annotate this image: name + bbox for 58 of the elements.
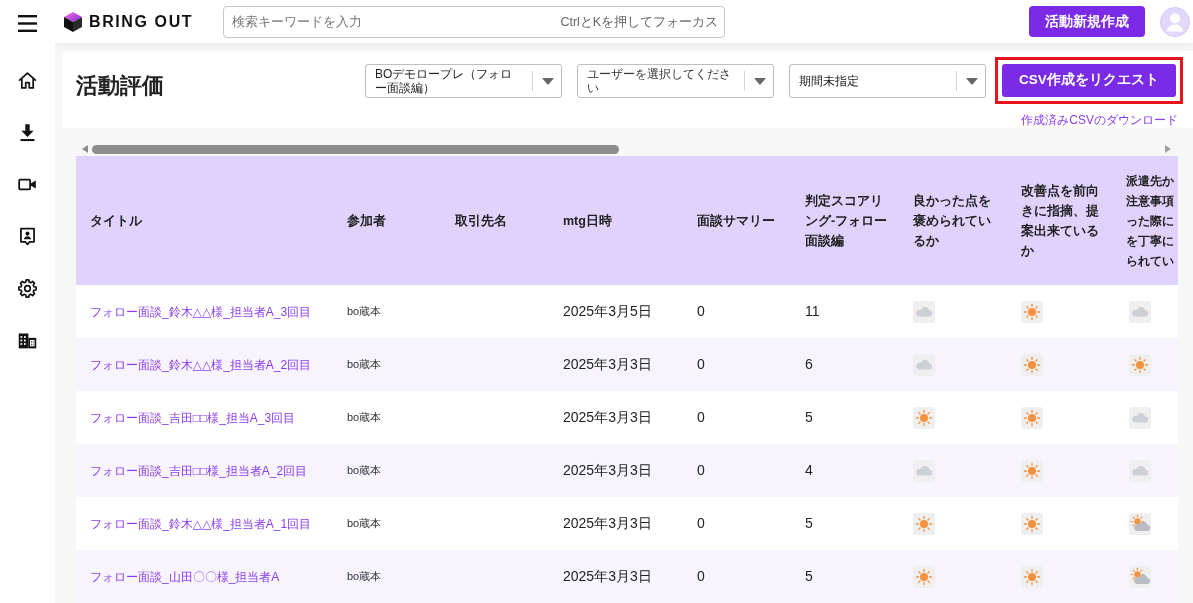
table-cell: 6 bbox=[791, 338, 899, 391]
table-cell: 0 bbox=[683, 285, 791, 338]
column-header: 良かった点を褒められているか bbox=[899, 156, 1007, 285]
table-cell: 2025年3月3日 bbox=[549, 550, 683, 603]
table-cell: 5 bbox=[791, 550, 899, 603]
caret-down-icon bbox=[542, 77, 554, 85]
table-cell: 11 bbox=[791, 285, 899, 338]
table-cell: 2025年3月3日 bbox=[549, 391, 683, 444]
table-cell: bo蔵本 bbox=[333, 391, 441, 444]
table-cell: 5 bbox=[791, 497, 899, 550]
table-cell: 0 bbox=[683, 497, 791, 550]
title-link[interactable]: フォロー面談_吉田□□様_担当A_3回目 bbox=[90, 410, 296, 425]
table-cell: 0 bbox=[683, 550, 791, 603]
table-cell: 2025年3月3日 bbox=[549, 497, 683, 550]
table-cell: 0 bbox=[683, 444, 791, 497]
home-icon[interactable] bbox=[17, 69, 38, 91]
table-cell: bo蔵本 bbox=[333, 285, 441, 338]
table-cell: 0 bbox=[683, 338, 791, 391]
brand-name: BRING OUT bbox=[89, 11, 194, 32]
csv-download-link[interactable]: 作成済みCSVのダウンロード bbox=[1021, 113, 1178, 128]
title-link[interactable]: フォロー面談_山田〇〇様_担当者A bbox=[90, 569, 280, 584]
filter-dropdown[interactable]: BOデモロープレ（フォロー面談編） bbox=[365, 64, 562, 98]
scroll-left-icon[interactable] bbox=[82, 145, 88, 153]
title-link[interactable]: フォロー面談_吉田□□様_担当者A_2回目 bbox=[90, 463, 308, 478]
column-header: 面談サマリー bbox=[683, 156, 791, 285]
filter-dropdown[interactable]: ユーザーを選択してください bbox=[577, 64, 774, 98]
table-cell: 2025年3月3日 bbox=[549, 444, 683, 497]
shortcut-hint: CtrlとKを押してフォーカス bbox=[560, 13, 719, 30]
table-cell: bo蔵本 bbox=[333, 497, 441, 550]
menu-icon[interactable] bbox=[18, 15, 37, 32]
table-cell: 0 bbox=[683, 391, 791, 444]
title-link[interactable]: フォロー面談_鈴木△△様_担当者A_2回目 bbox=[90, 357, 312, 372]
column-header: タイトル bbox=[76, 156, 333, 285]
cube-logo-icon bbox=[63, 10, 83, 33]
table-cell: bo蔵本 bbox=[333, 444, 441, 497]
title-link[interactable]: フォロー面談_鈴木△△様_担当者A_1回目 bbox=[90, 516, 312, 531]
column-header: 改善点を前向きに指摘、提案出来ているか bbox=[1007, 156, 1115, 285]
column-header: 参加者 bbox=[333, 156, 441, 285]
caret-down-icon bbox=[754, 77, 766, 85]
column-header: mtg日時 bbox=[549, 156, 683, 285]
column-header: 派遣先か注意事項った際にを丁寧にられてい bbox=[1115, 156, 1178, 285]
table-cell: 5 bbox=[791, 391, 899, 444]
create-activity-button[interactable]: 活動新規作成 bbox=[1029, 6, 1145, 37]
person-card-icon[interactable] bbox=[17, 225, 38, 247]
table-cell: bo蔵本 bbox=[333, 338, 441, 391]
page-title: 活動評価 bbox=[76, 73, 164, 99]
column-header: 判定スコアリング-フォロー面談編 bbox=[791, 156, 899, 285]
table-cell: 4 bbox=[791, 444, 899, 497]
gear-icon[interactable] bbox=[17, 277, 38, 299]
csv-request-button[interactable]: CSV作成をリクエスト bbox=[1002, 64, 1176, 97]
caret-down-icon bbox=[966, 77, 978, 85]
table-cell: 2025年3月5日 bbox=[549, 285, 683, 338]
table-cell: 2025年3月3日 bbox=[549, 338, 683, 391]
scrollbar-thumb[interactable] bbox=[92, 144, 619, 154]
column-header: 取引先名 bbox=[441, 156, 549, 285]
table-cell: bo蔵本 bbox=[333, 550, 441, 603]
title-link[interactable]: フォロー面談_鈴木△△様_担当者A_3回目 bbox=[90, 304, 312, 319]
filter-dropdown[interactable]: 期間未指定 bbox=[789, 64, 986, 98]
